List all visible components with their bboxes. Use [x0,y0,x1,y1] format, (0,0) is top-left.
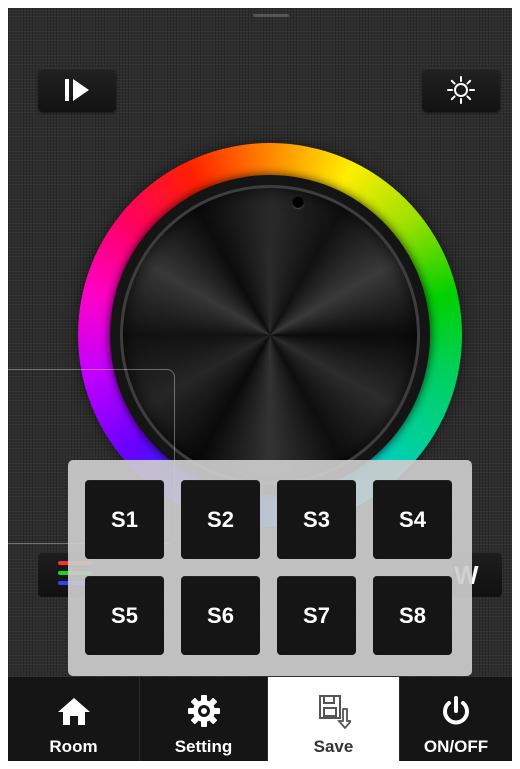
brightness-sun-icon [447,76,475,104]
scene-panel: S1 S2 S3 S4 S5 S6 S7 S8 [68,460,472,676]
tab-setting-label: Setting [174,737,233,756]
scene-button-s2[interactable]: S2 [181,480,260,559]
home-icon [57,698,90,725]
drag-handle[interactable] [253,14,289,17]
scene-button-s8[interactable]: S8 [373,576,452,655]
brightness-button[interactable] [422,68,500,112]
scene-button-s1[interactable]: S1 [85,480,164,559]
scene-button-s4[interactable]: S4 [373,480,452,559]
scene-button-s3[interactable]: S3 [277,480,356,559]
bottom-tab-bar: Room Setting Save ON/OFF [8,677,512,761]
tab-room[interactable]: Room [8,677,140,761]
tab-setting[interactable]: Setting [140,677,268,761]
controller-screen: W S1 S2 S3 S4 S5 S6 S7 S8 Room [8,8,512,761]
tab-onoff-label: ON/OFF [423,737,489,756]
scene-button-s7[interactable]: S7 [277,576,356,655]
scene-button-s5[interactable]: S5 [85,576,164,655]
tab-save-label: Save [313,737,354,756]
gear-icon [187,695,220,727]
tab-onoff[interactable]: ON/OFF [400,677,512,761]
scene-button-s6[interactable]: S6 [181,576,260,655]
tab-room-label: Room [49,737,98,756]
play-mode-button[interactable] [38,68,116,112]
save-floppy-icon [318,695,351,729]
play-skip-icon [65,79,89,101]
power-icon [443,696,469,725]
tab-save[interactable]: Save [268,677,400,761]
color-selector-dot[interactable] [292,196,304,208]
